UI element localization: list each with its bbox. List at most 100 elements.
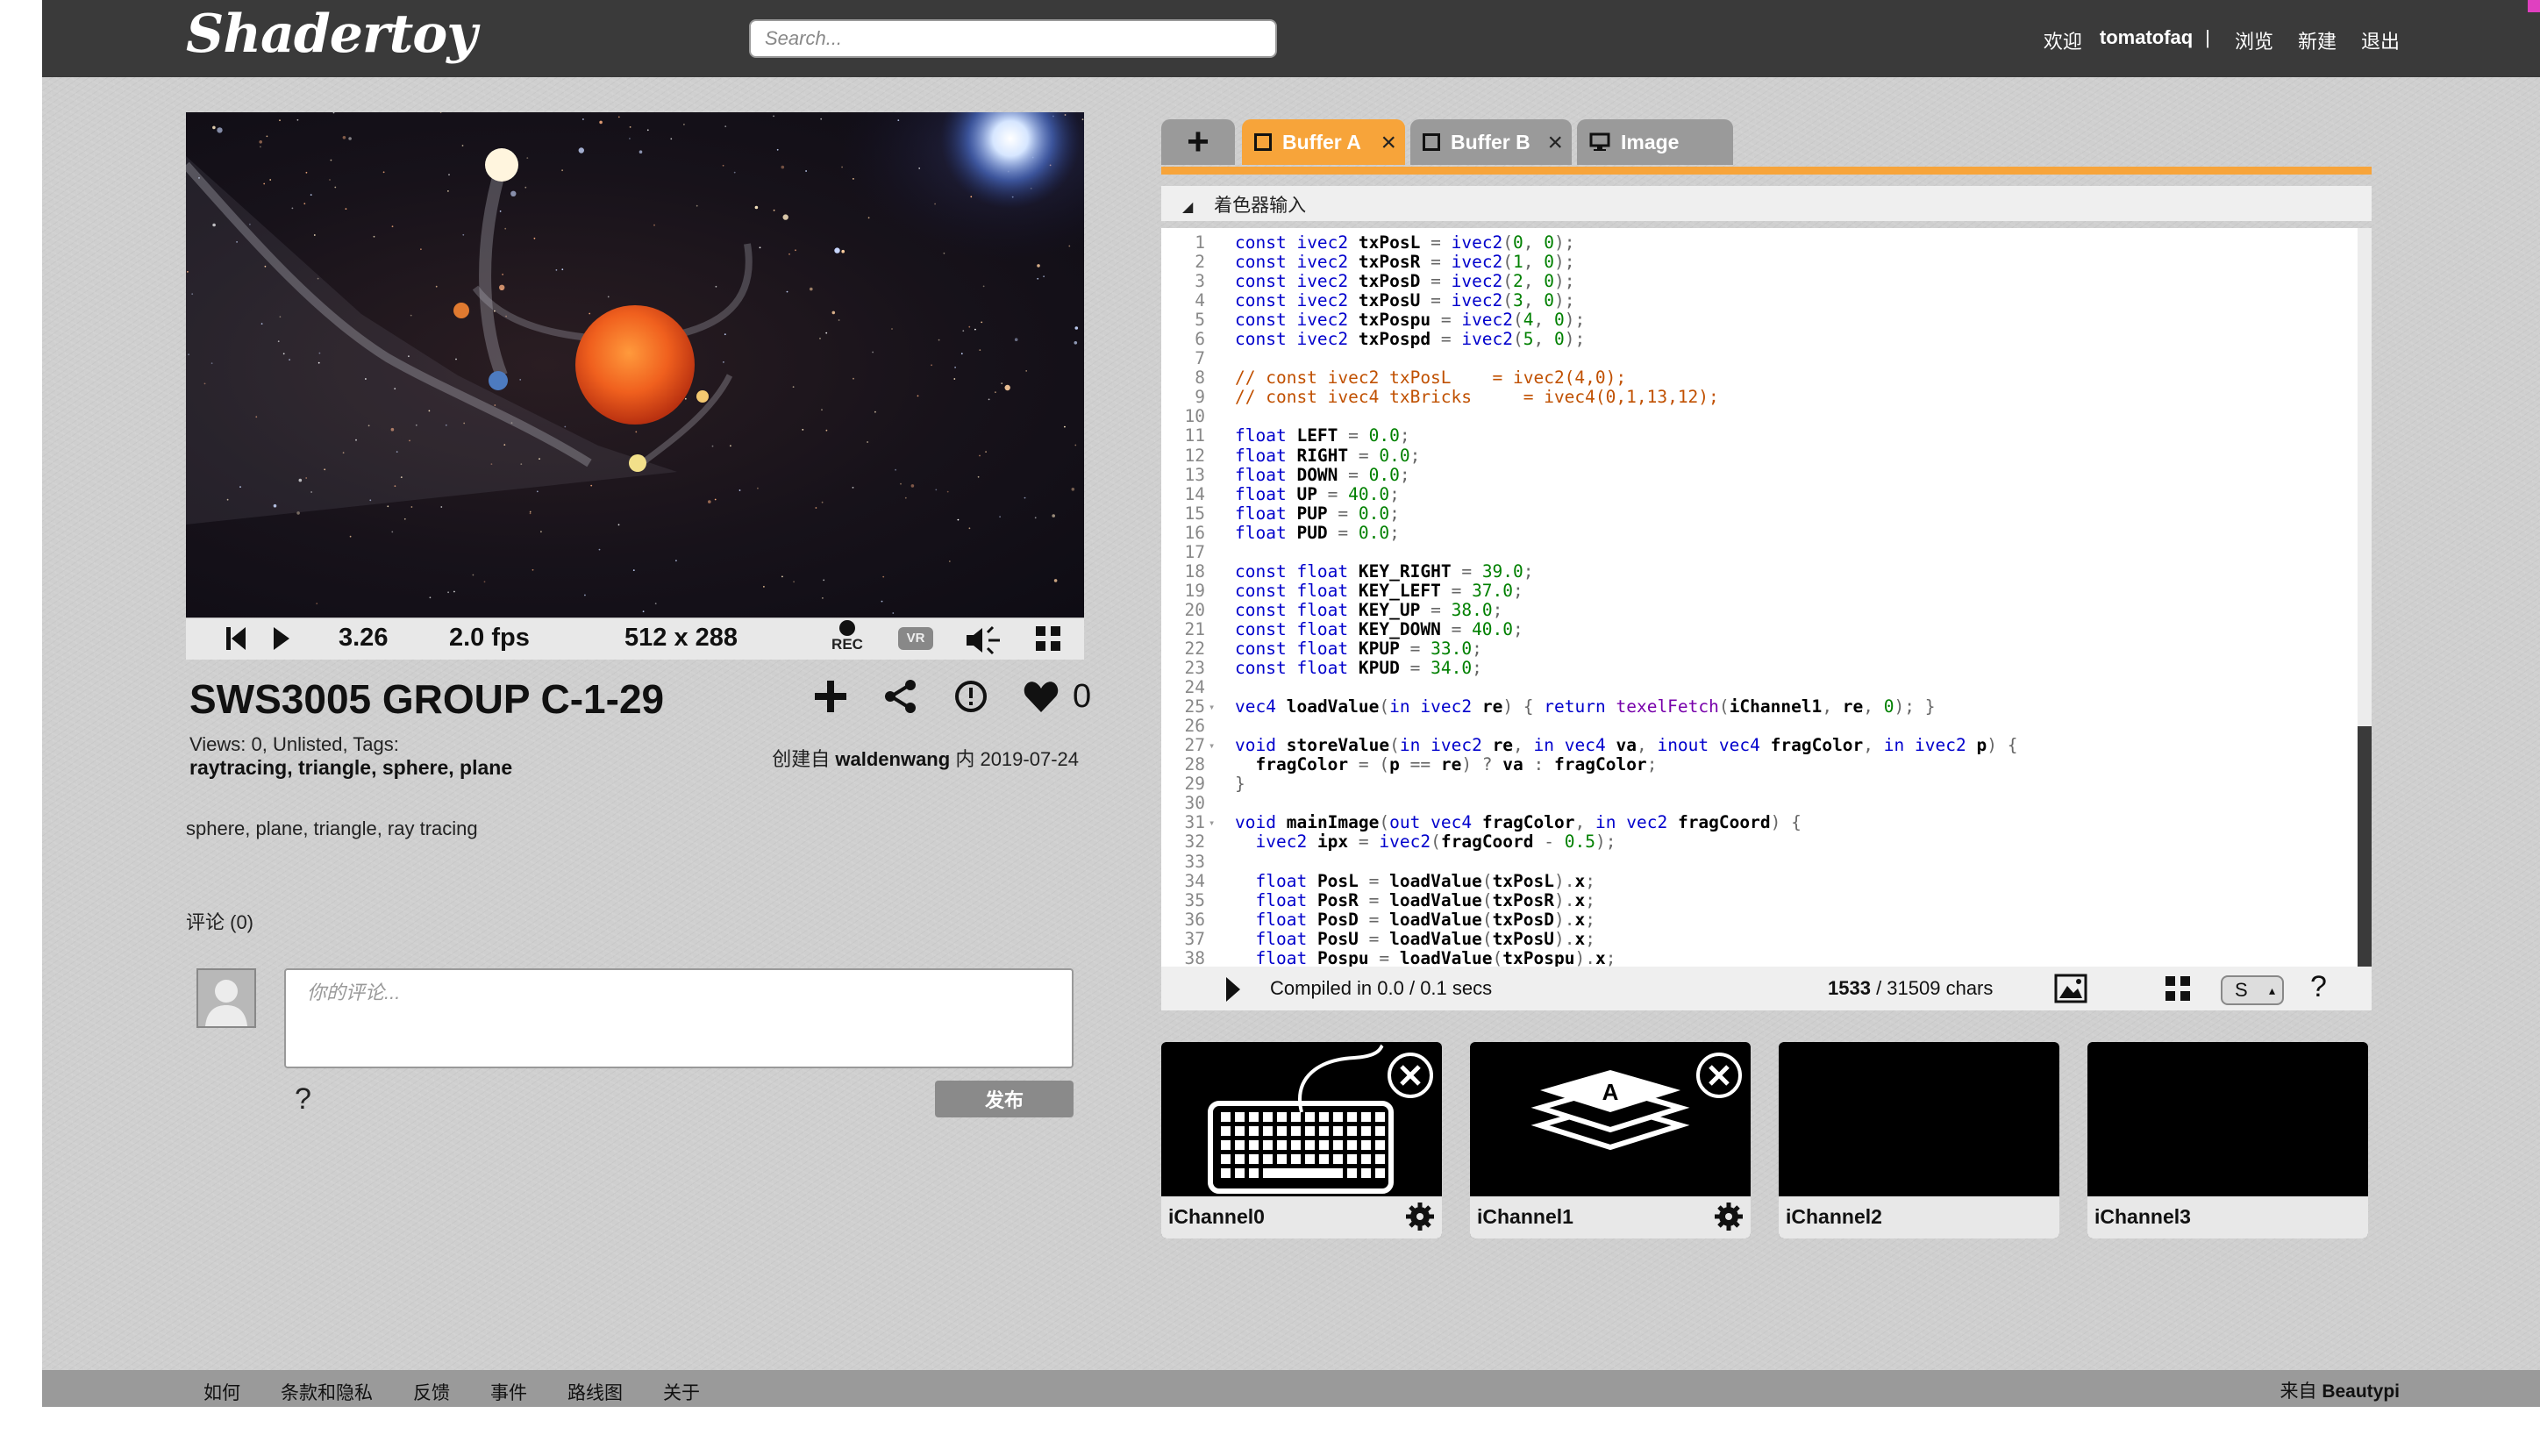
fold-arrow-icon[interactable]: ▾: [1209, 813, 1215, 832]
comment-help-button[interactable]: ?: [295, 1082, 311, 1117]
code-line[interactable]: 35 float PosR = loadValue(txPosR).x;: [1161, 890, 2358, 910]
code-line[interactable]: 24: [1161, 678, 2358, 697]
editor-scrollbar-thumb[interactable]: [2358, 726, 2372, 967]
code-text: const ivec2 txPosU = ivec2(3, 0);: [1235, 290, 1575, 311]
volume-icon[interactable]: [965, 625, 1002, 655]
code-line[interactable]: 28 fragColor = (p == re) ? va : fragColo…: [1161, 755, 2358, 774]
code-line[interactable]: 11 float LEFT = 0.0;: [1161, 426, 2358, 446]
rewind-icon[interactable]: [225, 625, 247, 652]
select-arrows-icon: ▴: [2268, 983, 2275, 997]
code-line[interactable]: 29}: [1161, 774, 2358, 794]
ichannel2-slot[interactable]: iChannel2: [1779, 1042, 2059, 1238]
code-text: const float KEY_UP = 38.0;: [1235, 599, 1503, 620]
code-line[interactable]: 13 float DOWN = 0.0;: [1161, 465, 2358, 485]
font-size-select[interactable]: S ▴: [2221, 975, 2284, 1005]
code-line[interactable]: 19 const float KEY_LEFT = 37.0;: [1161, 581, 2358, 601]
code-line[interactable]: 7: [1161, 349, 2358, 368]
shader-viewport[interactable]: [186, 112, 1084, 617]
play-icon[interactable]: [272, 625, 291, 652]
shader-inputs-toggle[interactable]: ◢ 着色器输入: [1161, 186, 2372, 221]
code-line[interactable]: 9 // const ivec4 txBricks = ivec4(0,1,13,…: [1161, 388, 2358, 407]
code-line[interactable]: 33: [1161, 852, 2358, 872]
code-editor[interactable]: 1 const ivec2 txPosL = ivec2(0, 0); 2 const…: [1161, 228, 2358, 967]
ichannel1-slot[interactable]: A iChannel1: [1470, 1042, 1751, 1238]
code-line[interactable]: 18 const float KEY_RIGHT = 39.0;: [1161, 561, 2358, 582]
fold-arrow-icon[interactable]: ▾: [1209, 697, 1215, 717]
add-to-playlist-icon[interactable]: [811, 677, 850, 716]
close-tab-icon[interactable]: ×: [1547, 128, 1563, 158]
footer-link-feedback[interactable]: 反馈: [413, 1379, 450, 1405]
footer-link-roadmap[interactable]: 路线图: [567, 1379, 623, 1405]
browse-link[interactable]: 浏览: [2235, 26, 2273, 54]
share-icon[interactable]: [881, 677, 920, 716]
username-link[interactable]: tomatofaq: [2100, 26, 2193, 54]
ichannel3-slot[interactable]: iChannel3: [2087, 1042, 2368, 1238]
tags-list[interactable]: raytracing, triangle, sphere, plane: [189, 756, 512, 780]
code-line[interactable]: 17: [1161, 542, 2358, 562]
comment-input[interactable]: [284, 968, 1074, 1068]
gear-icon[interactable]: [1714, 1202, 1744, 1231]
line-number: 15: [1184, 503, 1205, 524]
shadertoy-logo[interactable]: Shadertoy: [186, 4, 477, 65]
code-line[interactable]: 34 float PosL = loadValue(txPosL).x;: [1161, 871, 2358, 891]
ichannel0-slot[interactable]: iChannel0: [1161, 1042, 1442, 1238]
heart-icon[interactable]: [1022, 677, 1060, 716]
code-line[interactable]: 4 const ivec2 txPosU = ivec2(3, 0);: [1161, 291, 2358, 310]
credit-name[interactable]: Beautypi: [2322, 1381, 2400, 1402]
record-button[interactable]: REC: [830, 620, 865, 659]
code-line[interactable]: 5 const ivec2 txPospu = ivec2(4, 0);: [1161, 310, 2358, 330]
fold-arrow-icon[interactable]: ▾: [1209, 736, 1215, 755]
vr-button[interactable]: VR: [898, 627, 933, 650]
code-line[interactable]: 23 const float KPUD = 34.0;: [1161, 658, 2358, 678]
author-link[interactable]: waldenwang: [835, 748, 950, 770]
line-number: 8: [1195, 368, 1205, 389]
editor-help-button[interactable]: ?: [2310, 970, 2327, 1004]
code-line[interactable]: 8 // const ivec2 txPosL = ivec2(4,0);: [1161, 368, 2358, 388]
code-line[interactable]: 12 float RIGHT = 0.0;: [1161, 446, 2358, 466]
add-tab-button[interactable]: +: [1161, 119, 1235, 165]
editor-fullscreen-icon[interactable]: [2165, 975, 2191, 1002]
code-line[interactable]: 16 float PUD = 0.0;: [1161, 523, 2358, 543]
logout-link[interactable]: 退出: [2361, 26, 2400, 54]
tab-buffer-a[interactable]: Buffer A ×: [1242, 119, 1405, 165]
code-line[interactable]: 1 const ivec2 txPosL = ivec2(0, 0);: [1161, 232, 2358, 253]
code-line[interactable]: 32 ivec2 ipx = ivec2(fragCoord - 0.5);: [1161, 832, 2358, 852]
gear-icon[interactable]: [1405, 1202, 1435, 1231]
close-channel-icon[interactable]: [1386, 1051, 1435, 1100]
footer-link-howto[interactable]: 如何: [203, 1379, 240, 1405]
player-controls: 3.26 2.0 fps 512 x 288 REC VR: [186, 617, 1084, 660]
new-link[interactable]: 新建: [2298, 26, 2337, 54]
footer-link-terms[interactable]: 条款和隐私: [281, 1379, 373, 1405]
close-tab-icon[interactable]: ×: [1381, 128, 1396, 158]
footer-link-events[interactable]: 事件: [490, 1379, 527, 1405]
code-line[interactable]: 15 float PUP = 0.0;: [1161, 503, 2358, 524]
footer-link-about[interactable]: 关于: [663, 1379, 700, 1405]
code-line[interactable]: 10: [1161, 407, 2358, 426]
planet-blue: [489, 371, 508, 390]
code-line[interactable]: 31 ▾ void mainImage(out vec4 fragColor, in…: [1161, 813, 2358, 832]
code-line[interactable]: 36 float PosD = loadValue(txPosD).x;: [1161, 910, 2358, 930]
tab-image[interactable]: Image: [1577, 119, 1733, 165]
code-line[interactable]: 27 ▾ void storeValue(in ivec2 re, in vec4 …: [1161, 736, 2358, 755]
screenshot-icon[interactable]: [2054, 974, 2087, 1003]
code-line[interactable]: 26: [1161, 717, 2358, 736]
fullscreen-icon[interactable]: [1035, 625, 1061, 652]
code-line[interactable]: 38 float Pospu = loadValue(txPospu).x;: [1161, 948, 2358, 967]
code-line[interactable]: 2 const ivec2 txPosR = ivec2(1, 0);: [1161, 252, 2358, 273]
code-text: const ivec2 txPosR = ivec2(1, 0);: [1235, 252, 1575, 273]
code-line[interactable]: 37 float PosU = loadValue(txPosU).x;: [1161, 929, 2358, 949]
code-line[interactable]: 6 const ivec2 txPospd = ivec2(5, 0);: [1161, 330, 2358, 349]
code-line[interactable]: 3 const ivec2 txPosD = ivec2(2, 0);: [1161, 272, 2358, 291]
compile-play-icon[interactable]: [1224, 975, 1242, 1003]
code-line[interactable]: 22 const float KPUP = 33.0;: [1161, 639, 2358, 659]
code-line[interactable]: 25 ▾ vec4 loadValue(in ivec2 re) { return …: [1161, 697, 2358, 717]
search-input[interactable]: [749, 19, 1277, 58]
close-channel-icon[interactable]: [1695, 1051, 1744, 1100]
post-comment-button[interactable]: 发布: [935, 1081, 1074, 1117]
code-line[interactable]: 14 float UP = 40.0;: [1161, 484, 2358, 504]
tab-buffer-b[interactable]: Buffer B ×: [1410, 119, 1572, 165]
report-icon[interactable]: [952, 677, 990, 716]
code-line[interactable]: 21 const float KEY_DOWN = 40.0;: [1161, 619, 2358, 639]
code-line[interactable]: 20 const float KEY_UP = 38.0;: [1161, 599, 2358, 620]
code-line[interactable]: 30: [1161, 794, 2358, 813]
